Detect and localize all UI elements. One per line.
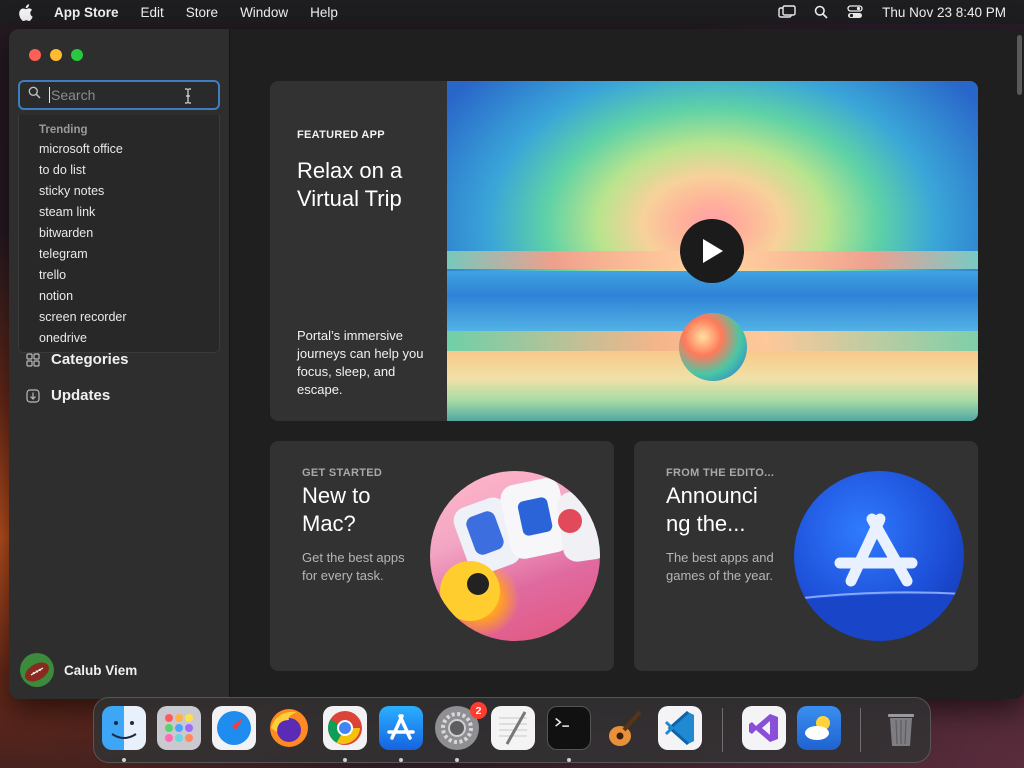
visual-studio-icon[interactable] (742, 706, 786, 750)
sidebar: Trending microsoft office to do list sti… (9, 29, 230, 699)
menu-help[interactable]: Help (310, 5, 338, 20)
running-indicator (343, 758, 347, 762)
mac-apps-artwork (430, 471, 600, 641)
sidebar-item-updates[interactable]: Updates (25, 387, 215, 404)
text-cursor-icon (184, 88, 192, 109)
card-title: Announci ng the... (666, 483, 758, 536)
weather-icon[interactable] (797, 706, 841, 750)
user-name: Calub Viem (64, 662, 138, 678)
story-card-new-to-mac[interactable]: GET STARTED New to Mac? Get the best app… (270, 441, 614, 671)
minimize-button[interactable] (50, 49, 62, 61)
suggestion-item[interactable]: to do list (39, 160, 219, 181)
launchpad-icon[interactable] (157, 706, 201, 750)
app-store-logo-artwork (794, 471, 964, 641)
sidebar-item-label: Categories (51, 351, 129, 368)
sidebar-item-categories[interactable]: Categories (25, 351, 215, 368)
trending-header: Trending (39, 124, 88, 136)
main-content: FEATURED APP Relax on a Virtual Trip Por… (231, 29, 1024, 699)
menu-bar: App Store Edit Store Window Help Thu Nov… (0, 0, 1024, 24)
screen-mirroring-icon[interactable] (778, 5, 796, 19)
suggestion-item[interactable]: screen recorder (39, 307, 219, 328)
apple-icon[interactable] (18, 3, 34, 21)
chrome-icon[interactable] (323, 706, 367, 750)
suggestion-item[interactable]: notion (39, 286, 219, 307)
card-title: New to Mac? (302, 483, 371, 536)
running-indicator (455, 758, 459, 762)
menu-bar-clock[interactable]: Thu Nov 23 8:40 PM (882, 5, 1006, 20)
firefox-icon[interactable] (267, 706, 311, 750)
card-description: Get the best apps for every task. (302, 550, 405, 583)
download-icon (25, 388, 41, 404)
scrollbar[interactable] (1017, 35, 1022, 95)
close-button[interactable] (29, 49, 41, 61)
spotlight-search-icon[interactable] (812, 5, 830, 19)
story-card-editors-choice[interactable]: FROM THE EDITO... Announci ng the... The… (634, 441, 978, 671)
window-controls (29, 49, 92, 61)
suggestion-item[interactable]: microsoft office (39, 139, 219, 160)
suggestion-item[interactable]: onedrive (39, 328, 219, 349)
app-store-window: Trending microsoft office to do list sti… (9, 29, 1024, 699)
zoom-button[interactable] (71, 49, 83, 61)
card-description: The best apps and games of the year. (666, 550, 774, 583)
app-store-icon[interactable] (379, 706, 423, 750)
running-indicator (122, 758, 126, 762)
featured-description: Portal’s immersive journeys can help you… (297, 328, 424, 397)
menu-edit[interactable]: Edit (141, 5, 164, 20)
menu-store[interactable]: Store (186, 5, 218, 20)
terminal-icon[interactable] (547, 706, 591, 750)
user-account[interactable]: Calub Viem (20, 653, 137, 687)
search-input[interactable] (49, 87, 199, 103)
running-indicator (399, 758, 403, 762)
dock-separator (722, 708, 723, 752)
card-eyebrow: FROM THE EDITO... (666, 467, 775, 479)
grid-icon (25, 352, 41, 368)
garageband-icon[interactable] (602, 706, 646, 750)
dock-separator (860, 708, 861, 752)
dock: 2 (93, 697, 931, 763)
suggestion-item[interactable]: steam link (39, 202, 219, 223)
notification-badge: 2 (470, 702, 487, 719)
featured-eyebrow: FEATURED APP (297, 129, 385, 141)
search-field[interactable] (18, 80, 220, 110)
featured-title: Relax on a Virtual Trip (297, 158, 403, 211)
visual-studio-code-icon[interactable] (658, 706, 702, 750)
finder-icon[interactable] (102, 706, 146, 750)
menu-window[interactable]: Window (240, 5, 288, 20)
search-suggestions-dropdown: Trending microsoft office to do list sti… (18, 115, 220, 353)
running-indicator (567, 758, 571, 762)
avatar (20, 653, 54, 687)
suggestion-item[interactable]: telegram (39, 244, 219, 265)
suggestion-item[interactable]: trello (39, 265, 219, 286)
suggestion-item[interactable]: sticky notes (39, 181, 219, 202)
control-center-icon[interactable] (846, 5, 864, 19)
menu-app-store[interactable]: App Store (54, 5, 119, 20)
sphere-illustration (679, 313, 747, 381)
search-icon (28, 86, 41, 104)
card-eyebrow: GET STARTED (302, 467, 383, 479)
safari-icon[interactable] (212, 706, 256, 750)
textedit-icon[interactable] (491, 706, 535, 750)
play-icon (703, 239, 723, 263)
play-button[interactable] (680, 219, 744, 283)
featured-artwork (447, 81, 978, 421)
featured-app-card[interactable]: FEATURED APP Relax on a Virtual Trip Por… (270, 81, 978, 421)
sidebar-item-label: Updates (51, 387, 111, 404)
suggestion-item[interactable]: bitwarden (39, 223, 219, 244)
trash-icon[interactable] (879, 706, 923, 750)
